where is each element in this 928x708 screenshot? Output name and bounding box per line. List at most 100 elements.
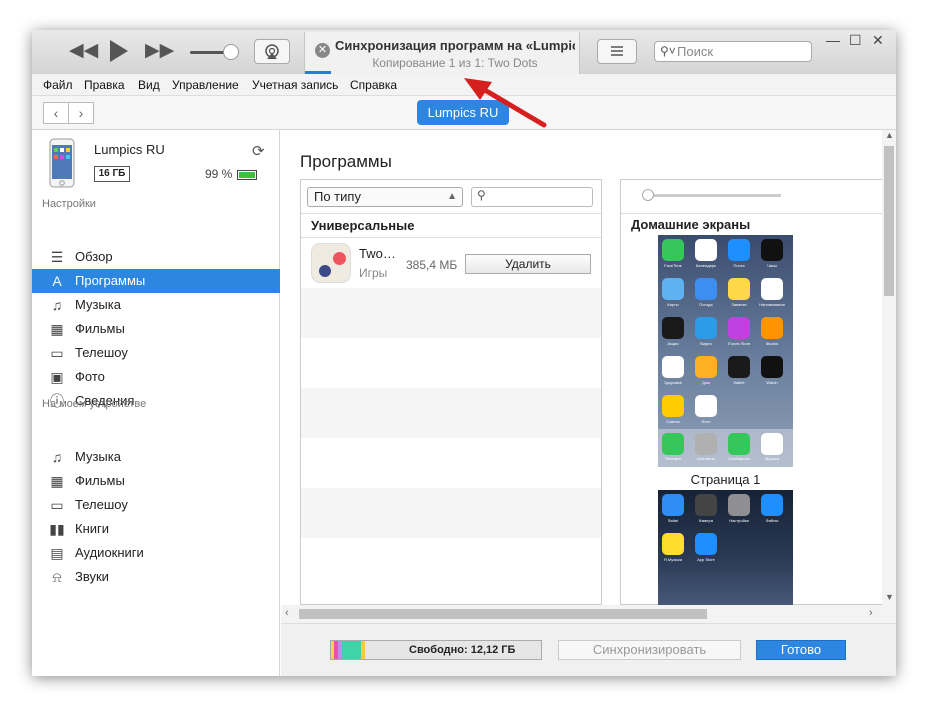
- now-playing-display: ✕ Синхронизация программ на «Lumpics RU»…: [304, 32, 580, 74]
- menu-edit[interactable]: Правка: [84, 78, 125, 92]
- home-app-icon[interactable]: Файлы: [761, 494, 783, 523]
- home-app-icon[interactable]: Wallet: [728, 356, 750, 385]
- scroll-right-icon[interactable]: ›: [869, 607, 873, 619]
- sidebar: Lumpics RU ⟳ 16 ГБ 99 % Настройки ☰ Обзор…: [32, 130, 280, 676]
- home-screen-page-2[interactable]: Safari Камера Настройки Файлы Я.Музыка App St…: [658, 490, 793, 606]
- up-next-button[interactable]: [597, 39, 637, 64]
- home-app-label: Watch: [766, 380, 778, 385]
- search-input[interactable]: ⚲˅ Поиск: [654, 41, 812, 62]
- sync-icon[interactable]: ⟳: [252, 142, 265, 160]
- sidebar-item-2[interactable]: ♫ Музыка: [32, 293, 280, 317]
- fast-forward-icon[interactable]: ▶▶: [145, 41, 174, 61]
- close-icon[interactable]: ✕: [315, 43, 330, 58]
- home-app-icon[interactable]: Safari: [662, 494, 684, 523]
- airplay-button[interactable]: [254, 39, 290, 64]
- home-app-icon[interactable]: Watch: [761, 356, 783, 385]
- minimize-icon[interactable]: —: [826, 32, 840, 48]
- dock-app-icon[interactable]: Музыка: [761, 433, 783, 461]
- menu-controls[interactable]: Управление: [172, 78, 239, 92]
- sidebar-item-label: Музыка: [75, 297, 121, 312]
- app-store-icon: A: [52, 273, 62, 289]
- device-button[interactable]: Lumpics RU: [417, 100, 509, 125]
- horizontal-scrollbar[interactable]: ‹ ›: [281, 605, 896, 623]
- scroll-thumb[interactable]: [299, 609, 707, 619]
- home-app-icon[interactable]: iBooks: [761, 317, 783, 346]
- home-app-icon[interactable]: Я.Музыка: [662, 533, 684, 562]
- home-app-icon[interactable]: Напоминания: [759, 278, 785, 307]
- dock-app-icon[interactable]: Контакты: [695, 433, 717, 461]
- sidebar-item-1[interactable]: ▦ Фильмы: [32, 469, 280, 493]
- app-size: 385,4 МБ: [406, 258, 458, 272]
- scroll-up-icon[interactable]: ▲: [885, 130, 894, 140]
- menu-help[interactable]: Справка: [350, 78, 397, 92]
- home-app-icon[interactable]: Часы: [761, 239, 783, 268]
- scroll-down-icon[interactable]: ▼: [885, 592, 894, 602]
- dock-app-icon[interactable]: Сообщения: [728, 433, 750, 461]
- dock-app-icon[interactable]: Телефон: [662, 433, 684, 461]
- back-button[interactable]: ‹: [43, 102, 69, 124]
- section-settings: Настройки: [42, 198, 96, 210]
- close-window-icon[interactable]: ✕: [872, 32, 884, 49]
- list-row-empty: [301, 388, 601, 438]
- two-dots-app-icon: [311, 243, 351, 283]
- sidebar-item-5[interactable]: ▣ Фото: [32, 365, 280, 389]
- home-app-icon[interactable]: Советы: [662, 395, 684, 424]
- scroll-thumb[interactable]: [884, 146, 894, 296]
- rewind-icon[interactable]: ◀◀: [69, 41, 98, 61]
- zoom-slider[interactable]: [643, 194, 781, 197]
- dock-app-label: Телефон: [664, 456, 682, 461]
- sidebar-item-0[interactable]: ♫ Музыка: [32, 445, 280, 469]
- home-app-icon[interactable]: FaceTime: [662, 239, 684, 268]
- home-app-icon[interactable]: Почта: [728, 239, 750, 268]
- sidebar-item-0[interactable]: ☰ Обзор: [32, 245, 280, 269]
- sidebar-item-3[interactable]: ▮▮ Книги: [32, 517, 280, 541]
- home-app-icon[interactable]: Заметки: [728, 278, 750, 307]
- forward-button[interactable]: ›: [68, 102, 94, 124]
- sidebar-item-4[interactable]: ▤ Аудиокниги: [32, 541, 280, 565]
- home-app-icon[interactable]: Календарь: [695, 239, 717, 268]
- maximize-icon[interactable]: ☐: [849, 32, 862, 49]
- sidebar-item-2[interactable]: ▭ Телешоу: [32, 493, 280, 517]
- home-screen-page-1[interactable]: FaceTime Календарь Почта Часы Карты Погода Зам…: [658, 235, 793, 467]
- home-app-icon[interactable]: App Store: [695, 533, 717, 562]
- sidebar-item-3[interactable]: ▦ Фильмы: [32, 317, 280, 341]
- apps-search-input[interactable]: ⚲: [471, 187, 593, 207]
- sidebar-item-5[interactable]: ⍾ Звуки: [32, 565, 280, 589]
- home-app-label: Акции: [667, 341, 679, 346]
- sort-select[interactable]: По типу ▲: [307, 187, 463, 207]
- home-app-label: Напоминания: [759, 302, 785, 307]
- sidebar-item-label: Фильмы: [75, 473, 125, 488]
- apps-section-header: Универсальные: [301, 213, 601, 238]
- sidebar-item-label: Обзор: [75, 249, 113, 264]
- home-app-label: Карты: [667, 302, 679, 307]
- menu-account[interactable]: Учетная запись: [252, 78, 338, 92]
- section-on-device: На моем устройстве: [42, 398, 147, 410]
- home-app-icon[interactable]: Камера: [695, 494, 717, 523]
- home-app-icon[interactable]: Акции: [662, 317, 684, 346]
- page-label: Страница 1: [690, 472, 761, 487]
- home-app-icon[interactable]: Карты: [662, 278, 684, 307]
- delete-app-button[interactable]: Удалить: [465, 254, 591, 274]
- play-icon[interactable]: [110, 40, 128, 62]
- vertical-scrollbar[interactable]: ▲ ▼: [882, 130, 896, 605]
- done-button[interactable]: Готово: [756, 640, 846, 660]
- volume-knob[interactable]: [223, 44, 239, 60]
- sidebar-item-1[interactable]: A Программы: [32, 269, 280, 293]
- home-app-icon[interactable]: Видео: [695, 317, 717, 346]
- sync-button[interactable]: Синхронизировать: [558, 640, 741, 660]
- home-app-icon[interactable]: Погода: [695, 278, 717, 307]
- zoom-knob[interactable]: [642, 189, 654, 201]
- home-app-icon[interactable]: iTunes Store: [728, 317, 750, 346]
- sidebar-item-label: Аудиокниги: [75, 545, 144, 560]
- scroll-left-icon[interactable]: ‹: [285, 607, 289, 619]
- home-app-icon[interactable]: Фото: [695, 395, 717, 424]
- menu-file[interactable]: Файл: [43, 78, 73, 92]
- home-app-icon[interactable]: Здоровье: [662, 356, 684, 385]
- home-app-icon[interactable]: Настройки: [728, 494, 750, 523]
- page-title: Программы: [300, 152, 392, 171]
- home-app-icon[interactable]: Дом: [695, 356, 717, 385]
- app-row[interactable]: Two… Игры 385,4 МБ Удалить: [301, 238, 601, 288]
- menu-view[interactable]: Вид: [138, 78, 160, 92]
- list-row-empty: [301, 488, 601, 538]
- sidebar-item-4[interactable]: ▭ Телешоу: [32, 341, 280, 365]
